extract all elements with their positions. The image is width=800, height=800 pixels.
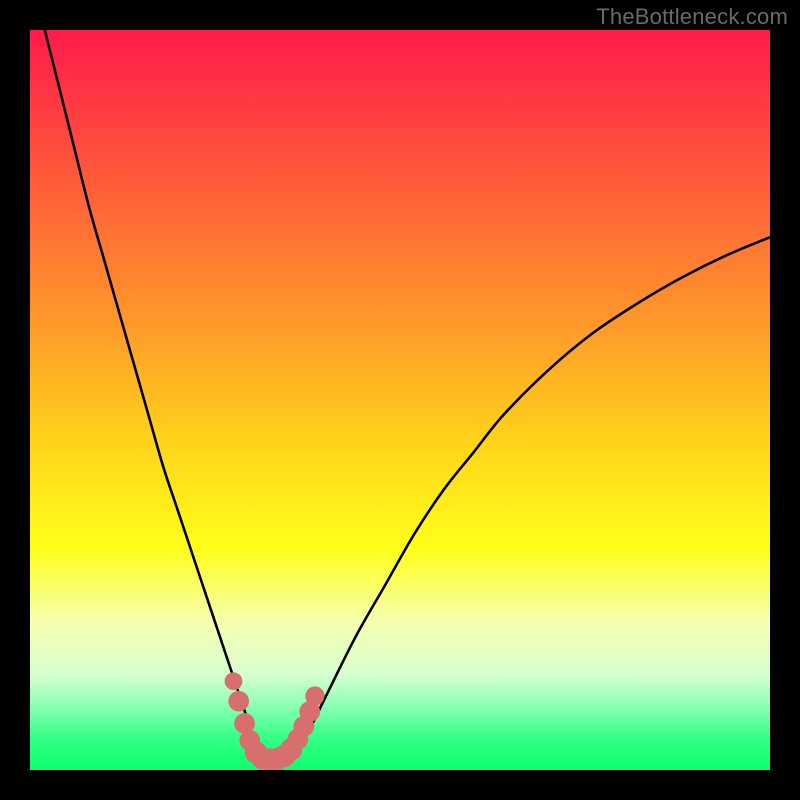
curve-layer [30,30,770,770]
plot-area [30,30,770,770]
highlight-marker [225,672,243,690]
watermark-text: TheBottleneck.com [596,4,788,30]
highlight-marker [228,691,249,712]
highlight-marker [305,686,324,705]
chart-stage: TheBottleneck.com [0,0,800,800]
bottleneck-curve [45,30,770,759]
highlight-marker-group [225,672,325,770]
